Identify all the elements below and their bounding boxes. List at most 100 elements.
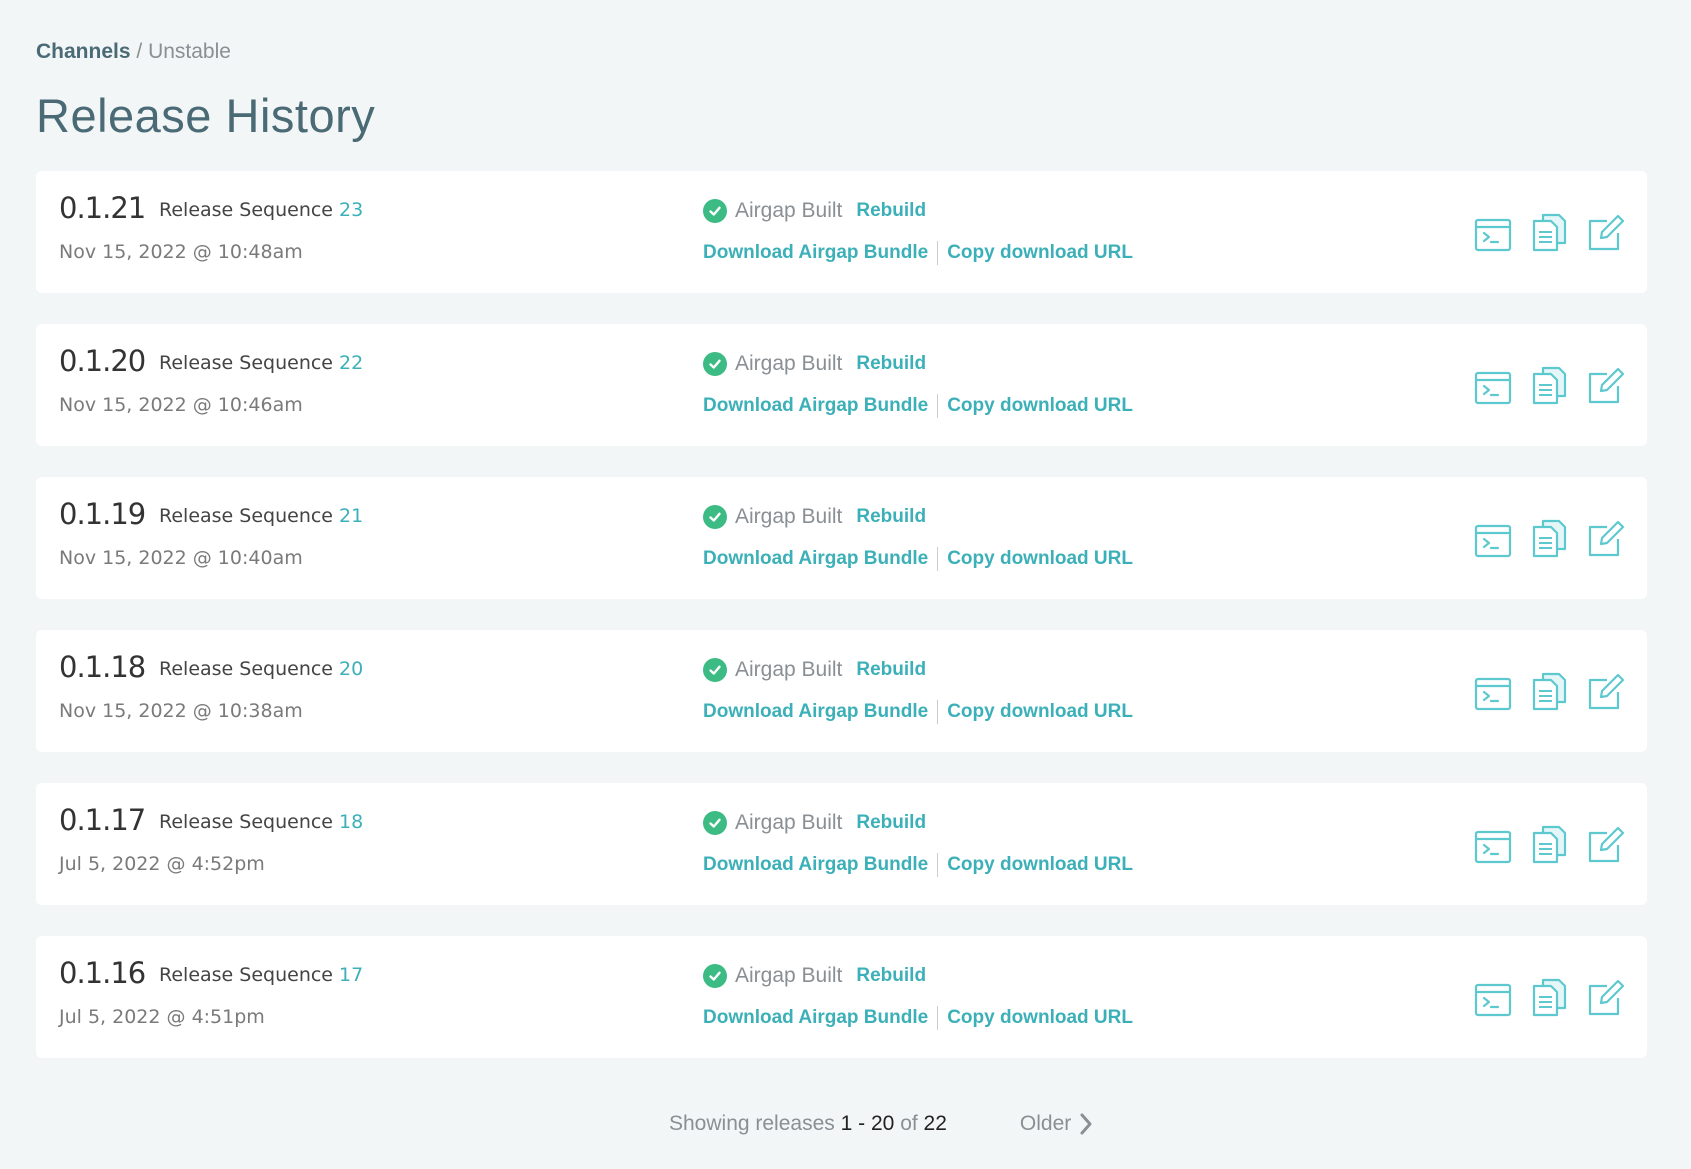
pagination-total: 22	[923, 1112, 947, 1135]
copy-download-url-link[interactable]: Copy download URL	[947, 242, 1133, 264]
edit-icon[interactable]	[1585, 670, 1625, 712]
link-divider	[937, 1006, 939, 1030]
link-divider	[937, 700, 939, 724]
release-sequence: Release Sequence 17	[159, 964, 363, 986]
release-sequence: Release Sequence 22	[159, 352, 363, 374]
link-divider	[937, 853, 939, 877]
release-actions	[1457, 670, 1625, 712]
release-sequence: Release Sequence 21	[159, 505, 363, 527]
link-divider	[937, 394, 939, 418]
terminal-icon[interactable]	[1473, 211, 1513, 253]
download-airgap-bundle-link[interactable]: Download Airgap Bundle	[703, 548, 928, 570]
release-card: 0.1.18 Release Sequence 20 Nov 15, 2022 …	[36, 630, 1647, 752]
rebuild-link[interactable]: Rebuild	[856, 506, 926, 528]
terminal-icon[interactable]	[1473, 670, 1513, 712]
release-sequence-label: Release Sequence	[159, 199, 333, 221]
airgap-status: Airgap Built Rebuild	[703, 505, 926, 529]
download-links: Download Airgap Bundle Copy download URL	[703, 241, 1133, 265]
release-actions	[1457, 976, 1625, 1018]
release-sequence-number[interactable]: 20	[339, 658, 363, 680]
pagination-from: 1	[840, 1112, 853, 1135]
release-actions	[1457, 364, 1625, 406]
chevron-right-icon	[1080, 1113, 1092, 1135]
terminal-icon[interactable]	[1473, 823, 1513, 865]
release-version: 0.1.17	[59, 803, 146, 837]
release-card: 0.1.16 Release Sequence 17 Jul 5, 2022 @…	[36, 936, 1647, 1058]
release-sequence: Release Sequence 20	[159, 658, 363, 680]
release-sequence-number[interactable]: 22	[339, 352, 363, 374]
release-version: 0.1.20	[59, 344, 146, 378]
breadcrumb: Channels / Unstable	[36, 40, 231, 64]
edit-icon[interactable]	[1585, 517, 1625, 559]
rebuild-link[interactable]: Rebuild	[856, 812, 926, 834]
download-links: Download Airgap Bundle Copy download URL	[703, 700, 1133, 724]
release-date: Nov 15, 2022 @ 10:38am	[59, 700, 303, 722]
terminal-icon[interactable]	[1473, 976, 1513, 1018]
release-sequence-number[interactable]: 21	[339, 505, 363, 527]
download-airgap-bundle-link[interactable]: Download Airgap Bundle	[703, 1007, 928, 1029]
airgap-status-text: Airgap Built	[735, 964, 843, 987]
check-circle-icon	[703, 658, 727, 682]
pagination-prefix: Showing releases	[669, 1112, 835, 1135]
rebuild-link[interactable]: Rebuild	[856, 200, 926, 222]
airgap-status: Airgap Built Rebuild	[703, 964, 926, 988]
release-actions	[1457, 517, 1625, 559]
release-actions	[1457, 211, 1625, 253]
pagination-of: of	[900, 1112, 918, 1135]
copy-download-url-link[interactable]: Copy download URL	[947, 548, 1133, 570]
copy-download-url-link[interactable]: Copy download URL	[947, 1007, 1133, 1029]
link-divider	[937, 547, 939, 571]
airgap-status: Airgap Built Rebuild	[703, 352, 926, 376]
download-airgap-bundle-link[interactable]: Download Airgap Bundle	[703, 854, 928, 876]
edit-icon[interactable]	[1585, 976, 1625, 1018]
release-date: Jul 5, 2022 @ 4:52pm	[59, 853, 265, 875]
terminal-icon[interactable]	[1473, 517, 1513, 559]
airgap-status-text: Airgap Built	[735, 352, 843, 375]
check-circle-icon	[703, 811, 727, 835]
edit-icon[interactable]	[1585, 211, 1625, 253]
check-circle-icon	[703, 964, 727, 988]
airgap-status-text: Airgap Built	[735, 658, 843, 681]
check-circle-icon	[703, 352, 727, 376]
download-airgap-bundle-link[interactable]: Download Airgap Bundle	[703, 242, 928, 264]
release-card: 0.1.19 Release Sequence 21 Nov 15, 2022 …	[36, 477, 1647, 599]
pagination-to: 20	[870, 1112, 895, 1135]
download-airgap-bundle-link[interactable]: Download Airgap Bundle	[703, 701, 928, 723]
download-links: Download Airgap Bundle Copy download URL	[703, 1006, 1133, 1030]
page-title: Release History	[36, 89, 376, 142]
rebuild-link[interactable]: Rebuild	[856, 659, 926, 681]
release-sequence-number[interactable]: 23	[339, 199, 363, 221]
release-version: 0.1.19	[59, 497, 146, 531]
breadcrumb-channels-link[interactable]: Channels	[36, 40, 131, 63]
download-links: Download Airgap Bundle Copy download URL	[703, 547, 1133, 571]
release-sequence-number[interactable]: 18	[339, 811, 363, 833]
release-notes-icon[interactable]	[1529, 823, 1569, 865]
copy-download-url-link[interactable]: Copy download URL	[947, 701, 1133, 723]
release-sequence-number[interactable]: 17	[339, 964, 363, 986]
release-sequence-label: Release Sequence	[159, 811, 333, 833]
release-sequence-label: Release Sequence	[159, 964, 333, 986]
release-date: Nov 15, 2022 @ 10:46am	[59, 394, 303, 416]
copy-download-url-link[interactable]: Copy download URL	[947, 854, 1133, 876]
release-date: Nov 15, 2022 @ 10:40am	[59, 547, 303, 569]
release-sequence-label: Release Sequence	[159, 352, 333, 374]
release-notes-icon[interactable]	[1529, 670, 1569, 712]
release-notes-icon[interactable]	[1529, 976, 1569, 1018]
airgap-status: Airgap Built Rebuild	[703, 658, 926, 682]
terminal-icon[interactable]	[1473, 364, 1513, 406]
download-airgap-bundle-link[interactable]: Download Airgap Bundle	[703, 395, 928, 417]
release-date: Nov 15, 2022 @ 10:48am	[59, 241, 303, 263]
release-notes-icon[interactable]	[1529, 517, 1569, 559]
release-card: 0.1.20 Release Sequence 22 Nov 15, 2022 …	[36, 324, 1647, 446]
edit-icon[interactable]	[1585, 364, 1625, 406]
rebuild-link[interactable]: Rebuild	[856, 965, 926, 987]
rebuild-link[interactable]: Rebuild	[856, 353, 926, 375]
edit-icon[interactable]	[1585, 823, 1625, 865]
release-notes-icon[interactable]	[1529, 364, 1569, 406]
release-notes-icon[interactable]	[1529, 211, 1569, 253]
older-button[interactable]: Older	[1020, 1112, 1093, 1136]
breadcrumb-separator: /	[136, 40, 143, 63]
release-sequence-label: Release Sequence	[159, 658, 333, 680]
release-actions	[1457, 823, 1625, 865]
copy-download-url-link[interactable]: Copy download URL	[947, 395, 1133, 417]
